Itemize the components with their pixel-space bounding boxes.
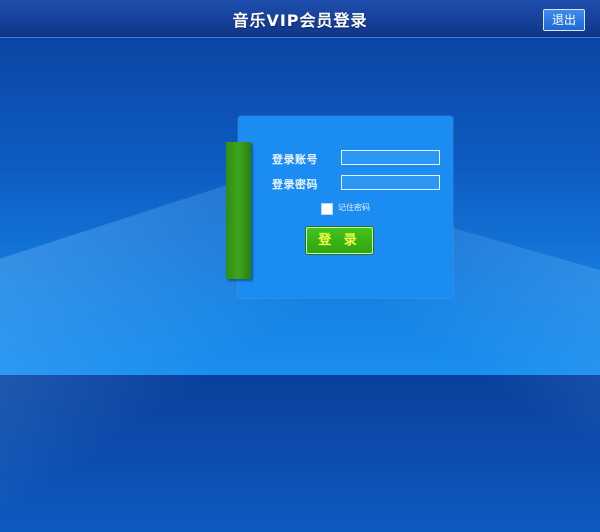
remember-password-checkbox[interactable] (321, 203, 333, 215)
page-title: 音乐VIP会员登录 (232, 11, 368, 30)
login-button[interactable]: 登 录 (306, 227, 373, 254)
account-input[interactable] (341, 150, 440, 165)
password-label: 登录密码 (272, 178, 318, 191)
remember-password-label: 记住密码 (338, 203, 370, 212)
login-panel-accent-bar (226, 142, 251, 279)
account-label: 登录账号 (272, 153, 318, 166)
password-input[interactable] (341, 175, 440, 190)
top-bar: 音乐VIP会员登录 退出 (0, 0, 600, 38)
logout-button[interactable]: 退出 (543, 9, 585, 31)
